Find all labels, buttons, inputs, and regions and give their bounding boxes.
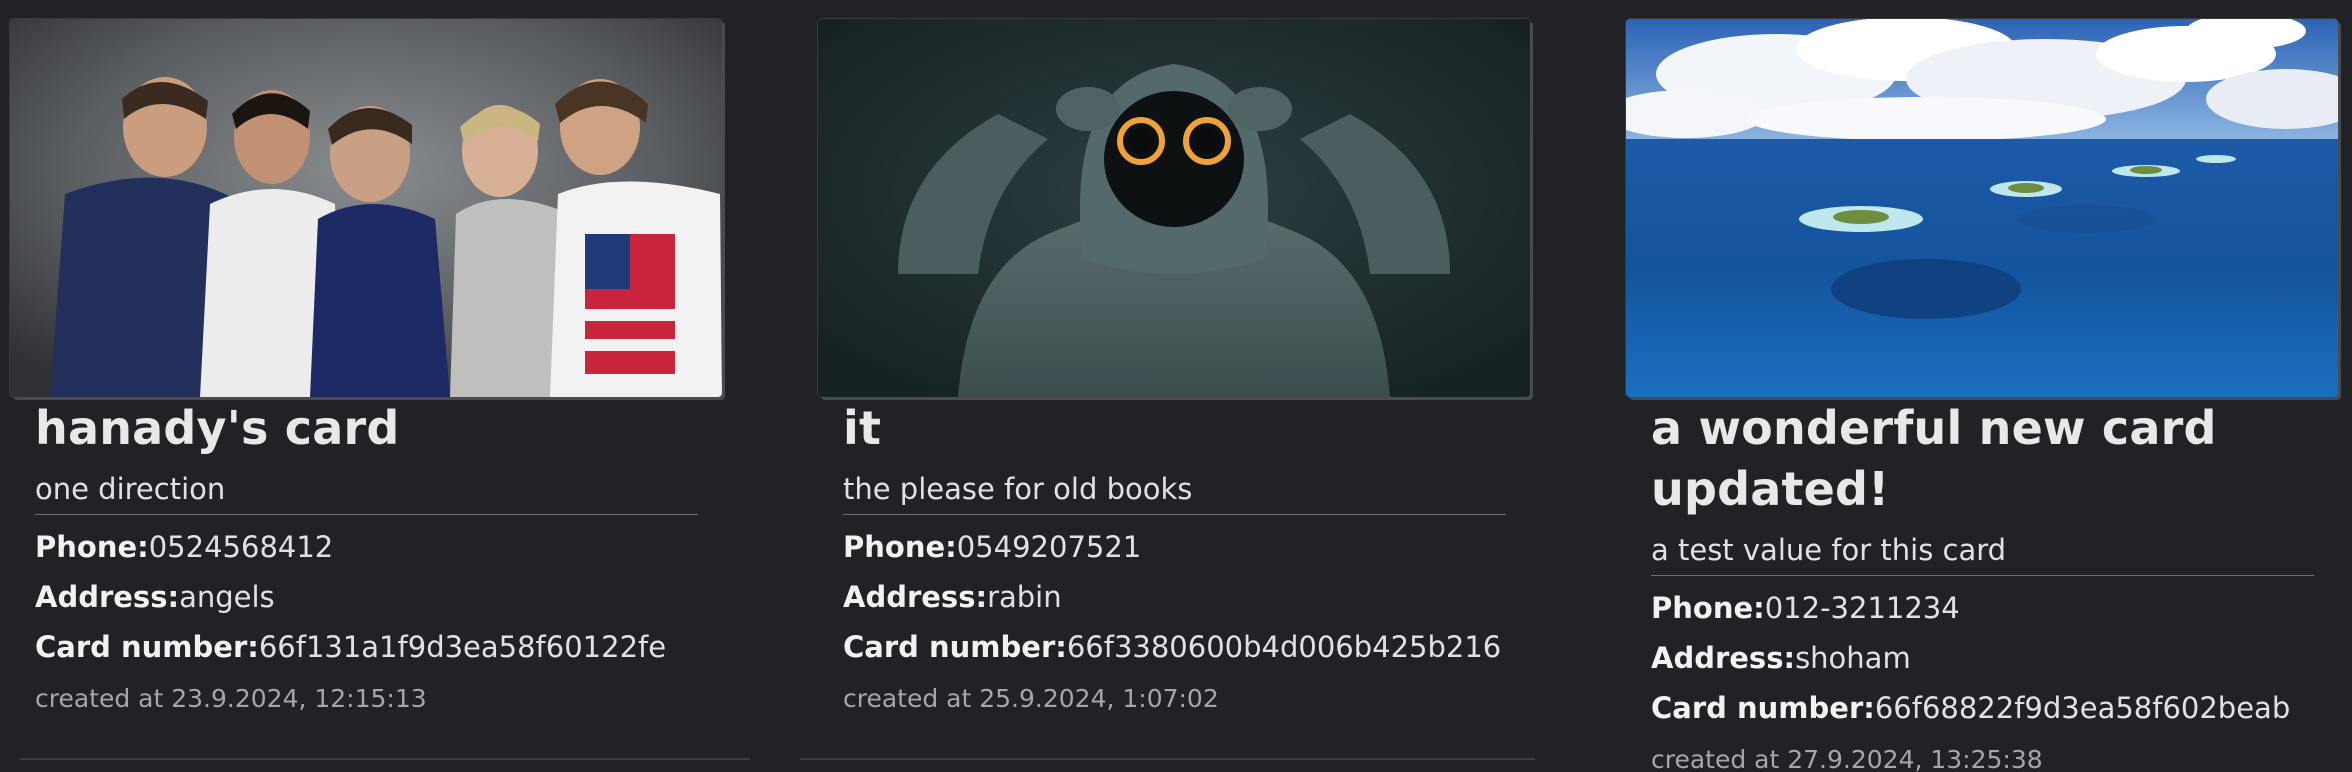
card-footer-divider [20, 758, 750, 760]
card-number-value: 66f68822f9d3ea58f602beab [1874, 691, 2291, 725]
created-at: created at 27.9.2024, 13:25:38 [1651, 745, 2043, 772]
card-number: Card number:66f68822f9d3ea58f602beab [1651, 683, 2324, 733]
created-at: created at 25.9.2024, 1:07:02 [843, 684, 1219, 713]
card-number: Card number:66f131a1f9d3ea58f60122fe [35, 622, 708, 672]
card-divider [1651, 575, 2314, 576]
card-subtitle: a test value for this card [1651, 533, 2007, 567]
band-photo-image [10, 19, 722, 397]
phone-label: Phone: [1651, 591, 1765, 625]
card-image[interactable] [1626, 19, 2338, 397]
address-value: angels [179, 580, 275, 614]
card-footer-divider [800, 758, 1535, 760]
card: it the please for old books Phone:054920… [800, 0, 1535, 772]
card-title: it [843, 401, 882, 455]
phone-value: 0524568412 [148, 530, 334, 564]
card-phone: Phone:0549207521 [843, 522, 1516, 572]
card-subtitle: the please for old books [843, 472, 1193, 506]
card-image[interactable] [818, 19, 1530, 397]
card-address: Address:shoham [1651, 633, 2324, 683]
card: a wonderful new card updated! a test val… [1626, 0, 2338, 772]
address-label: Address: [843, 580, 988, 614]
card-address: Address:rabin [843, 572, 1516, 622]
card-number: Card number:66f3380600b4d006b425b216 [843, 622, 1516, 672]
address-label: Address: [1651, 641, 1796, 675]
card-title: a wonderful new card updated! [1651, 401, 2217, 516]
card-number-label: Card number: [843, 630, 1067, 664]
card-image[interactable] [10, 19, 722, 397]
hooded-figure-image [818, 19, 1530, 397]
phone-value: 0549207521 [956, 530, 1142, 564]
address-value: rabin [987, 580, 1062, 614]
card-divider [843, 514, 1506, 515]
card-title: hanady's card [35, 401, 400, 455]
address-value: shoham [1795, 641, 1911, 675]
ocean-islands-image [1626, 19, 2338, 397]
card-body: it the please for old books Phone:054920… [843, 398, 1516, 726]
card-body: hanady's card one direction Phone:052456… [35, 398, 708, 726]
card-number-label: Card number: [1651, 691, 1875, 725]
card-number-label: Card number: [35, 630, 259, 664]
card-phone: Phone:0524568412 [35, 522, 708, 572]
phone-value: 012-3211234 [1764, 591, 1960, 625]
card-phone: Phone:012-3211234 [1651, 583, 2324, 633]
card-address: Address:angels [35, 572, 708, 622]
address-label: Address: [35, 580, 180, 614]
phone-label: Phone: [843, 530, 957, 564]
card-number-value: 66f131a1f9d3ea58f60122fe [258, 630, 667, 664]
created-at: created at 23.9.2024, 12:15:13 [35, 684, 427, 713]
card-number-value: 66f3380600b4d006b425b216 [1066, 630, 1502, 664]
card-subtitle: one direction [35, 472, 226, 506]
card-divider [35, 514, 698, 515]
card-body: a wonderful new card updated! a test val… [1651, 398, 2324, 772]
cards-grid: hanady's card one direction Phone:052456… [0, 0, 2352, 772]
card: hanady's card one direction Phone:052456… [10, 0, 750, 772]
phone-label: Phone: [35, 530, 149, 564]
